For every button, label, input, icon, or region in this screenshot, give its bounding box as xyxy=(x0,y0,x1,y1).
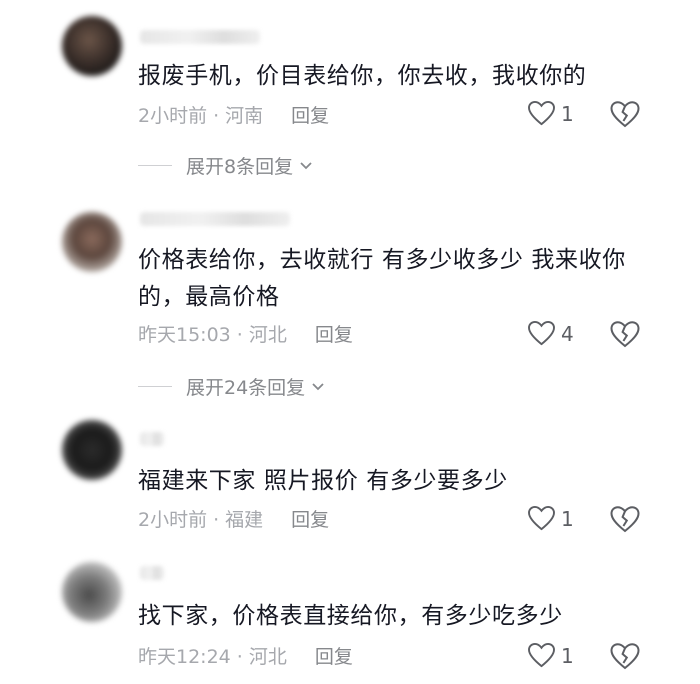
comment-item: 找下家，价格表直接给你，有多少吃多少 昨天12:24 · 河北 回复 1 xyxy=(0,0,700,684)
dislike-button[interactable] xyxy=(610,643,640,674)
avatar[interactable] xyxy=(62,562,122,622)
reply-button[interactable]: 回复 xyxy=(315,646,353,668)
like-button[interactable]: 1 xyxy=(528,643,574,668)
comment-time: 昨天12:24 xyxy=(138,646,231,668)
meta-separator: · xyxy=(236,646,243,668)
comment-meta: 昨天12:24 · 河北 回复 xyxy=(138,645,353,669)
like-count: 1 xyxy=(561,643,574,668)
username[interactable] xyxy=(140,566,164,580)
comment-text: 找下家，价格表直接给你，有多少吃多少 xyxy=(138,603,563,629)
heart-outline-icon xyxy=(528,643,555,668)
comment-location: 河北 xyxy=(248,646,287,668)
broken-heart-icon xyxy=(610,643,640,670)
